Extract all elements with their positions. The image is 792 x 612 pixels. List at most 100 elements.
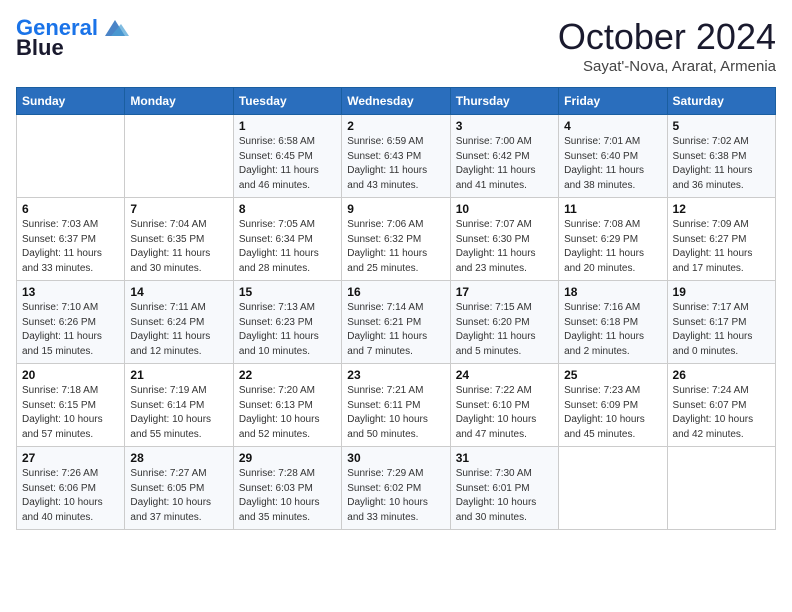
- calendar-table: SundayMondayTuesdayWednesdayThursdayFrid…: [16, 87, 776, 530]
- month-title: October 2024: [558, 16, 776, 58]
- day-info: Sunrise: 7:27 AM Sunset: 6:05 PM Dayligh…: [130, 467, 227, 525]
- day-number: 14: [130, 285, 227, 299]
- day-number: 26: [673, 368, 770, 382]
- day-info: Sunrise: 7:15 AM Sunset: 6:20 PM Dayligh…: [456, 301, 553, 359]
- title-block: October 2024 Sayat'-Nova, Ararat, Armeni…: [558, 16, 776, 75]
- calendar-cell: 27Sunrise: 7:26 AM Sunset: 6:06 PM Dayli…: [17, 447, 125, 530]
- calendar-cell: 21 Sunrise: 7:19 AM Sunset: 6:14 PM Dayli…: [125, 364, 233, 447]
- day-info: Sunrise: 7:20 AM Sunset: 6:13 PM Dayligh…: [239, 384, 336, 442]
- day-info: Sunrise: 7:13 AM Sunset: 6:23 PM Dayligh…: [239, 301, 336, 359]
- day-info: Sunrise: 7:06 AM Sunset: 6:32 PM Dayligh…: [347, 218, 444, 276]
- day-info: Sunrise: 7:11 AM Sunset: 6:24 PM Dayligh…: [130, 301, 227, 359]
- logo-icon: [101, 18, 129, 38]
- day-info: Sunrise: 7:16 AM Sunset: 6:18 PM Dayligh…: [564, 301, 661, 359]
- calendar-cell: 31 Sunrise: 7:30 AM Sunset: 6:01 PM Dayli…: [450, 447, 558, 530]
- day-number: 13: [22, 285, 119, 299]
- day-info: Sunrise: 7:29 AM Sunset: 6:02 PM Dayligh…: [347, 467, 444, 525]
- calendar-cell: 1 Sunrise: 6:58 AM Sunset: 6:45 PM Daylig…: [233, 115, 341, 198]
- calendar-cell: 24 Sunrise: 7:22 AM Sunset: 6:10 PM Dayli…: [450, 364, 558, 447]
- day-info: Sunrise: 7:26 AM Sunset: 6:06 PM Dayligh…: [22, 467, 119, 525]
- day-info: Sunrise: 6:59 AM Sunset: 6:43 PM Dayligh…: [347, 135, 444, 193]
- calendar-cell: 4 Sunrise: 7:01 AM Sunset: 6:40 PM Daylig…: [559, 115, 667, 198]
- day-number: 30: [347, 451, 444, 465]
- calendar-cell: 11 Sunrise: 7:08 AM Sunset: 6:29 PM Dayli…: [559, 198, 667, 281]
- calendar-week-row: 13 Sunrise: 7:10 AM Sunset: 6:26 PM Dayli…: [17, 281, 776, 364]
- day-number: 31: [456, 451, 553, 465]
- day-info: Sunrise: 7:28 AM Sunset: 6:03 PM Dayligh…: [239, 467, 336, 525]
- calendar-cell: 26 Sunrise: 7:24 AM Sunset: 6:07 PM Dayli…: [667, 364, 775, 447]
- day-number: 20: [22, 368, 119, 382]
- page-header: General Blue October 2024 Sayat'-Nova, A…: [16, 16, 776, 75]
- day-number: 10: [456, 202, 553, 216]
- day-info: Sunrise: 7:23 AM Sunset: 6:09 PM Dayligh…: [564, 384, 661, 442]
- calendar-week-row: 27Sunrise: 7:26 AM Sunset: 6:06 PM Dayli…: [17, 447, 776, 530]
- day-info: Sunrise: 7:01 AM Sunset: 6:40 PM Dayligh…: [564, 135, 661, 193]
- calendar-cell: 16 Sunrise: 7:14 AM Sunset: 6:21 PM Dayli…: [342, 281, 450, 364]
- calendar-cell: 25 Sunrise: 7:23 AM Sunset: 6:09 PM Dayli…: [559, 364, 667, 447]
- calendar-cell: 7 Sunrise: 7:04 AM Sunset: 6:35 PM Daylig…: [125, 198, 233, 281]
- calendar-cell: 13 Sunrise: 7:10 AM Sunset: 6:26 PM Dayli…: [17, 281, 125, 364]
- day-number: 6: [22, 202, 119, 216]
- day-number: 24: [456, 368, 553, 382]
- calendar-cell: 9 Sunrise: 7:06 AM Sunset: 6:32 PM Daylig…: [342, 198, 450, 281]
- day-info: Sunrise: 7:09 AM Sunset: 6:27 PM Dayligh…: [673, 218, 770, 276]
- calendar-cell: 2 Sunrise: 6:59 AM Sunset: 6:43 PM Daylig…: [342, 115, 450, 198]
- day-info: Sunrise: 7:30 AM Sunset: 6:01 PM Dayligh…: [456, 467, 553, 525]
- day-info: Sunrise: 7:24 AM Sunset: 6:07 PM Dayligh…: [673, 384, 770, 442]
- day-number: 21: [130, 368, 227, 382]
- calendar-cell: 23Sunrise: 7:21 AM Sunset: 6:11 PM Dayli…: [342, 364, 450, 447]
- weekday-header: Thursday: [450, 88, 558, 115]
- calendar-cell: 17 Sunrise: 7:15 AM Sunset: 6:20 PM Dayli…: [450, 281, 558, 364]
- calendar-cell: [125, 115, 233, 198]
- day-info: Sunrise: 7:21 AM Sunset: 6:11 PM Dayligh…: [347, 384, 444, 442]
- day-number: 16: [347, 285, 444, 299]
- day-info: Sunrise: 7:19 AM Sunset: 6:14 PM Dayligh…: [130, 384, 227, 442]
- day-number: 9: [347, 202, 444, 216]
- weekday-header: Saturday: [667, 88, 775, 115]
- calendar-cell: [559, 447, 667, 530]
- day-info: Sunrise: 7:22 AM Sunset: 6:10 PM Dayligh…: [456, 384, 553, 442]
- day-number: 18: [564, 285, 661, 299]
- logo: General Blue: [16, 16, 129, 60]
- day-info: Sunrise: 7:14 AM Sunset: 6:21 PM Dayligh…: [347, 301, 444, 359]
- day-info: Sunrise: 7:02 AM Sunset: 6:38 PM Dayligh…: [673, 135, 770, 193]
- day-info: Sunrise: 6:58 AM Sunset: 6:45 PM Dayligh…: [239, 135, 336, 193]
- day-number: 1: [239, 119, 336, 133]
- calendar-cell: [17, 115, 125, 198]
- day-info: Sunrise: 7:05 AM Sunset: 6:34 PM Dayligh…: [239, 218, 336, 276]
- weekday-header: Wednesday: [342, 88, 450, 115]
- calendar-cell: 10Sunrise: 7:07 AM Sunset: 6:30 PM Dayli…: [450, 198, 558, 281]
- calendar-week-row: 20Sunrise: 7:18 AM Sunset: 6:15 PM Dayli…: [17, 364, 776, 447]
- calendar-cell: 14 Sunrise: 7:11 AM Sunset: 6:24 PM Dayli…: [125, 281, 233, 364]
- calendar-cell: 6 Sunrise: 7:03 AM Sunset: 6:37 PM Daylig…: [17, 198, 125, 281]
- day-info: Sunrise: 7:10 AM Sunset: 6:26 PM Dayligh…: [22, 301, 119, 359]
- calendar-cell: 20Sunrise: 7:18 AM Sunset: 6:15 PM Dayli…: [17, 364, 125, 447]
- weekday-header: Monday: [125, 88, 233, 115]
- weekday-header: Friday: [559, 88, 667, 115]
- day-info: Sunrise: 7:00 AM Sunset: 6:42 PM Dayligh…: [456, 135, 553, 193]
- day-number: 15: [239, 285, 336, 299]
- day-number: 17: [456, 285, 553, 299]
- calendar-cell: 29 Sunrise: 7:28 AM Sunset: 6:03 PM Dayli…: [233, 447, 341, 530]
- day-info: Sunrise: 7:17 AM Sunset: 6:17 PM Dayligh…: [673, 301, 770, 359]
- calendar-cell: 8Sunrise: 7:05 AM Sunset: 6:34 PM Daylig…: [233, 198, 341, 281]
- day-info: Sunrise: 7:08 AM Sunset: 6:29 PM Dayligh…: [564, 218, 661, 276]
- day-number: 7: [130, 202, 227, 216]
- day-number: 11: [564, 202, 661, 216]
- day-info: Sunrise: 7:03 AM Sunset: 6:37 PM Dayligh…: [22, 218, 119, 276]
- calendar-cell: 15 Sunrise: 7:13 AM Sunset: 6:23 PM Dayli…: [233, 281, 341, 364]
- weekday-header: Tuesday: [233, 88, 341, 115]
- day-number: 25: [564, 368, 661, 382]
- location: Sayat'-Nova, Ararat, Armenia: [558, 58, 776, 75]
- day-info: Sunrise: 7:04 AM Sunset: 6:35 PM Dayligh…: [130, 218, 227, 276]
- day-number: 29: [239, 451, 336, 465]
- calendar-week-row: 1 Sunrise: 6:58 AM Sunset: 6:45 PM Daylig…: [17, 115, 776, 198]
- day-number: 19: [673, 285, 770, 299]
- calendar-cell: 30 Sunrise: 7:29 AM Sunset: 6:02 PM Dayli…: [342, 447, 450, 530]
- calendar-cell: 28Sunrise: 7:27 AM Sunset: 6:05 PM Dayli…: [125, 447, 233, 530]
- calendar-cell: 19 Sunrise: 7:17 AM Sunset: 6:17 PM Dayli…: [667, 281, 775, 364]
- day-number: 2: [347, 119, 444, 133]
- calendar-cell: [667, 447, 775, 530]
- day-number: 12: [673, 202, 770, 216]
- day-number: 4: [564, 119, 661, 133]
